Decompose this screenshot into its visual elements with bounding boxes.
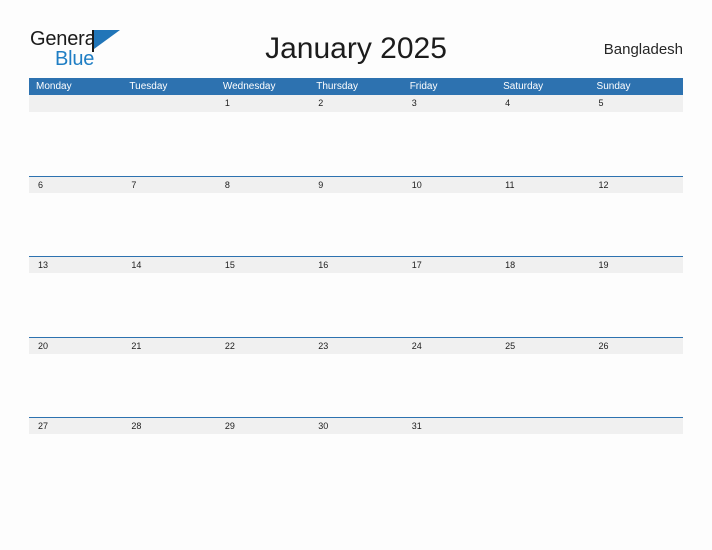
day-cell[interactable]: 19 [590,257,683,273]
day-cell[interactable]: 21 [122,338,215,354]
day-cell[interactable]: 8 [216,177,309,193]
week-date-band: 6 7 8 9 10 11 12 [29,175,683,193]
day-cell[interactable]: 22 [216,338,309,354]
day-cell[interactable] [29,95,122,111]
week-row: 13 14 15 16 17 18 19 [29,256,683,337]
day-cell[interactable]: 18 [496,257,589,273]
day-cell[interactable]: 16 [309,257,402,273]
weekday-thursday: Thursday [316,81,358,92]
day-cell[interactable]: 3 [403,95,496,111]
day-cell[interactable]: 29 [216,418,309,434]
weekday-sunday: Sunday [596,81,631,92]
day-cell[interactable]: 28 [122,418,215,434]
day-cell[interactable]: 13 [29,257,122,273]
day-cell[interactable]: 7 [122,177,215,193]
weekday-wednesday: Wednesday [222,81,276,92]
day-cell[interactable]: 1 [216,95,309,111]
day-cell[interactable]: 5 [590,95,683,111]
week-note-area[interactable] [29,192,683,256]
day-cell[interactable]: 23 [309,338,402,354]
day-cell[interactable] [496,418,589,434]
day-cell[interactable]: 30 [309,418,402,434]
week-date-band: 27 28 29 30 31 [29,417,683,434]
weekday-header-row: Monday Tuesday Wednesday Thursday Friday… [29,78,683,95]
day-cell[interactable]: 12 [590,177,683,193]
week-date-band: 13 14 15 16 17 18 19 [29,256,683,273]
day-cell[interactable]: 4 [496,95,589,111]
week-row: 6 7 8 9 10 11 12 [29,175,683,256]
day-cell[interactable]: 20 [29,338,122,354]
country-label: Bangladesh [603,41,683,58]
day-cell[interactable]: 14 [122,257,215,273]
day-cell[interactable]: 6 [29,177,122,193]
day-cell[interactable]: 17 [403,257,496,273]
weekday-saturday: Saturday [503,81,544,92]
day-cell[interactable]: 15 [216,257,309,273]
week-row: 27 28 29 30 31 [29,417,683,498]
week-row: 20 21 22 23 24 25 26 [29,336,683,417]
day-cell[interactable]: 31 [403,418,496,434]
page-header: General Blue January 2025 Bangladesh [0,0,712,76]
weekday-monday: Monday [36,81,72,92]
week-note-area[interactable] [29,353,683,417]
day-cell[interactable]: 11 [496,177,589,193]
day-cell[interactable]: 9 [309,177,402,193]
day-cell[interactable] [590,418,683,434]
day-cell[interactable]: 2 [309,95,402,111]
day-cell[interactable]: 25 [496,338,589,354]
week-note-area[interactable] [29,434,683,498]
weekday-tuesday: Tuesday [129,81,168,92]
week-date-band: 1 2 3 4 5 [29,95,683,112]
day-cell[interactable] [122,95,215,111]
day-cell[interactable]: 24 [403,338,496,354]
day-cell[interactable]: 27 [29,418,122,434]
weekday-friday: Friday [409,81,438,92]
calendar-grid: Monday Tuesday Wednesday Thursday Friday… [29,78,683,498]
day-cell[interactable]: 26 [590,338,683,354]
calendar-page: General Blue January 2025 Bangladesh Mon… [0,0,712,550]
week-note-area[interactable] [29,273,683,337]
week-row: 1 2 3 4 5 [29,95,683,176]
week-date-band: 20 21 22 23 24 25 26 [29,336,683,354]
day-cell[interactable]: 10 [403,177,496,193]
week-note-area[interactable] [29,112,683,176]
